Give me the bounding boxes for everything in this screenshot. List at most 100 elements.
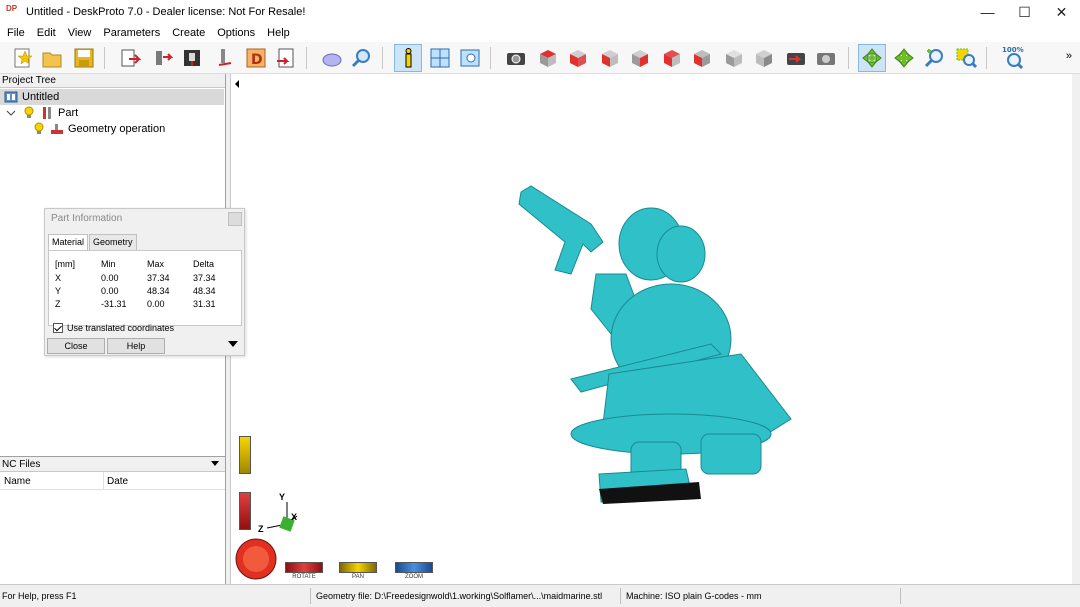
project-icon: [4, 90, 18, 104]
tab-geometry[interactable]: Geometry: [89, 234, 137, 250]
column-name[interactable]: Name: [4, 476, 31, 487]
menu-help[interactable]: Help: [261, 27, 296, 39]
toolbar-overflow-button[interactable]: »: [1066, 50, 1072, 62]
expand-arrow-icon[interactable]: [228, 341, 238, 347]
pan-mode-icon[interactable]: [890, 44, 918, 72]
3d-view-icon[interactable]: [318, 44, 346, 72]
close-dialog-button[interactable]: Close: [47, 338, 105, 354]
zoom-part-icon[interactable]: [348, 44, 376, 72]
nc-files-header: NC Files: [0, 457, 225, 472]
rotate-mode-icon[interactable]: [858, 44, 886, 72]
part-icon: [40, 106, 54, 120]
tree-item-label: Untitled: [22, 91, 60, 103]
zoom-100-label: 100%: [1002, 46, 1024, 54]
cnc-icon[interactable]: [178, 44, 206, 72]
tree-item-project[interactable]: Untitled: [0, 89, 224, 105]
title-bar: DP Untitled - DeskProto 7.0 - Dealer lic…: [0, 0, 1080, 24]
d-icon[interactable]: D: [242, 44, 270, 72]
status-help: For Help, press F1: [2, 591, 77, 601]
axis-x-label: X: [291, 512, 298, 522]
rotate-slider[interactable]: [285, 562, 323, 573]
use-translated-coordinates[interactable]: Use translated coordinates: [53, 323, 174, 333]
save-icon[interactable]: [70, 44, 98, 72]
tree-item-geometry-operation[interactable]: Geometry operation: [32, 121, 165, 137]
screenshot2-icon[interactable]: [812, 44, 840, 72]
dialog-title-text: Part Information: [51, 213, 123, 224]
zoom-slider[interactable]: [395, 562, 433, 573]
toolbar-separator: [848, 47, 849, 69]
part-icon[interactable]: [148, 44, 176, 72]
view-back-icon[interactable]: [658, 44, 686, 72]
tree-item-label: Part: [58, 107, 79, 119]
view-iso-icon[interactable]: [720, 44, 748, 72]
tree-item-part[interactable]: Part: [4, 105, 78, 121]
view-right-icon[interactable]: [626, 44, 654, 72]
status-divider: [620, 588, 621, 604]
view-top-icon[interactable]: [534, 44, 562, 72]
tab-material[interactable]: Material: [48, 234, 89, 250]
row-y-min: 0.00: [101, 286, 119, 296]
dimensions-table: [mm] Min Max Delta X 0.00 37.34 37.34 Y …: [48, 250, 242, 326]
checkbox-label: Use translated coordinates: [67, 323, 175, 333]
part-information-dialog: Part Information Material Geometry [mm] …: [44, 208, 245, 356]
toolbar-separator: [490, 47, 491, 69]
minimize-button[interactable]: —: [969, 0, 1006, 24]
layout-icon[interactable]: [426, 44, 454, 72]
axis-y-label: Y: [279, 492, 286, 502]
menu-file[interactable]: File: [1, 27, 31, 39]
info-icon[interactable]: [394, 44, 422, 72]
preview-icon[interactable]: [456, 44, 484, 72]
column-date[interactable]: Date: [107, 476, 128, 487]
import-icon[interactable]: [116, 44, 144, 72]
toolbar-separator: [382, 47, 383, 69]
view-iso2-icon[interactable]: [750, 44, 778, 72]
nc-files-columns: Name Date: [0, 472, 225, 490]
zoom-label: ZOOM: [405, 574, 423, 580]
zoom-100-icon[interactable]: 100%: [1000, 44, 1028, 72]
new-icon[interactable]: [8, 44, 36, 72]
row-z-label: Z: [55, 299, 61, 309]
view-left-icon[interactable]: [596, 44, 624, 72]
menu-view[interactable]: View: [62, 27, 98, 39]
close-button[interactable]: ✕: [1043, 0, 1080, 24]
menu-bar: File Edit View Parameters Create Options…: [0, 24, 1080, 42]
pan-side-slider[interactable]: [239, 436, 251, 474]
lightbulb-icon[interactable]: [22, 106, 36, 120]
header-max: Max: [147, 259, 165, 269]
row-y-delta: 48.34: [193, 286, 216, 296]
3d-viewport[interactable]: Y Z X ROTATE PAN ZOOM: [230, 74, 1072, 584]
menu-options[interactable]: Options: [211, 27, 261, 39]
rotate-side-slider[interactable]: [239, 492, 251, 530]
right-scrollbar[interactable]: [1072, 74, 1080, 584]
maximize-button[interactable]: ☐: [1006, 0, 1043, 24]
screenshot-icon[interactable]: [782, 44, 810, 72]
menu-edit[interactable]: Edit: [31, 27, 62, 39]
lightbulb-icon[interactable]: [32, 122, 46, 136]
status-divider: [900, 588, 901, 604]
row-z-delta: 31.31: [193, 299, 216, 309]
help-button[interactable]: Help: [107, 338, 165, 354]
view-bottom-icon[interactable]: [688, 44, 716, 72]
view-front-icon[interactable]: [564, 44, 592, 72]
window-title: Untitled - DeskProto 7.0 - Dealer licens…: [26, 6, 306, 18]
menu-parameters[interactable]: Parameters: [97, 27, 166, 39]
zoom-mode-icon[interactable]: [920, 44, 948, 72]
tool-icon[interactable]: [210, 44, 238, 72]
pan-slider[interactable]: [339, 562, 377, 573]
dialog-close-icon[interactable]: [228, 212, 242, 226]
open-icon[interactable]: [38, 44, 66, 72]
dialog-tabs: Material Geometry: [48, 234, 138, 250]
menu-create[interactable]: Create: [166, 27, 211, 39]
row-x-min: 0.00: [101, 273, 119, 283]
nc-files-panel: NC Files Name Date: [0, 456, 226, 584]
translated-coordinates-checkbox[interactable]: [53, 323, 63, 333]
status-bar: For Help, press F1 Geometry file: D:\Fre…: [0, 584, 1080, 607]
column-divider: [103, 472, 104, 490]
chevron-down-icon[interactable]: [4, 106, 18, 120]
project-tree-header: Project Tree: [0, 74, 225, 88]
zoom-window-icon[interactable]: [952, 44, 980, 72]
row-x-label: X: [55, 273, 62, 283]
export-icon[interactable]: [272, 44, 300, 72]
camera-icon[interactable]: [502, 44, 530, 72]
chevron-down-icon[interactable]: [211, 461, 219, 466]
